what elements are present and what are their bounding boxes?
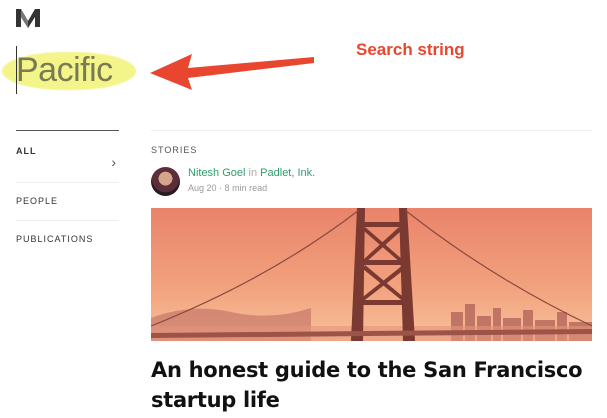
story-hero-image[interactable] — [151, 208, 592, 341]
story-date: Aug 20 — [188, 183, 217, 193]
publication-link[interactable]: Padlet, Ink. — [260, 167, 315, 179]
sidebar-item-label: PUBLICATIONS — [16, 234, 94, 244]
story-byline: Nitesh Goel in Padlet, Ink. Aug 20 · 8 m… — [151, 167, 451, 197]
annotation-arrow-icon — [150, 54, 314, 90]
sidebar-item-label: ALL — [16, 146, 37, 156]
meta-separator: · — [219, 183, 223, 193]
story-meta: Aug 20 · 8 min read — [188, 183, 267, 193]
search-input[interactable]: Pacific — [16, 48, 146, 92]
read-time: 8 min read — [224, 183, 268, 193]
medium-logo-icon[interactable] — [15, 7, 41, 29]
sidebar-item-label: PEOPLE — [16, 196, 59, 206]
sidebar-item-all[interactable]: ALL › — [16, 146, 119, 183]
sidebar-item-people[interactable]: PEOPLE — [16, 183, 119, 221]
chevron-right-icon: › — [111, 154, 117, 170]
search-area: Pacific — [0, 38, 150, 98]
annotation-label: Search string — [356, 40, 465, 59]
in-word: in — [248, 167, 258, 179]
avatar[interactable] — [151, 167, 180, 196]
search-results: STORIES Nitesh Goel in Padlet, Ink. Aug … — [151, 130, 592, 412]
text-caret — [16, 46, 17, 94]
section-label: STORIES — [151, 145, 198, 155]
author-link[interactable]: Nitesh Goel — [188, 167, 245, 179]
story-title[interactable]: An honest guide to the San Francisco sta… — [151, 355, 592, 415]
search-filter-sidebar: ALL › PEOPLE PUBLICATIONS — [16, 130, 119, 244]
sidebar-item-publications[interactable]: PUBLICATIONS — [16, 221, 119, 244]
